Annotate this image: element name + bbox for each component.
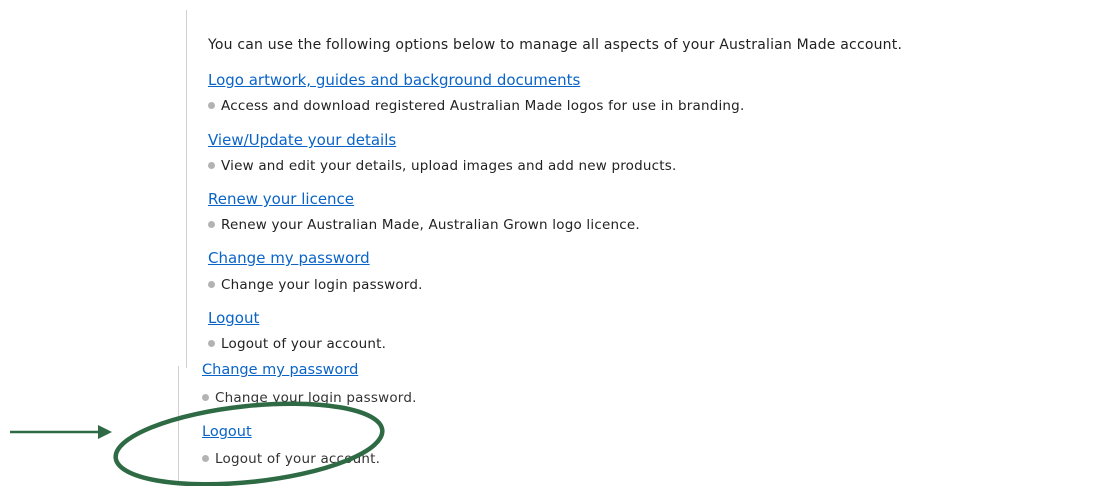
zoomed-change-password-description-text: Change your login password. xyxy=(215,390,417,406)
bullet-icon xyxy=(202,454,209,462)
renew-licence-link[interactable]: Renew your licence xyxy=(208,190,354,208)
bullet-icon xyxy=(208,161,215,169)
renew-licence-description-text: Renew your Australian Made, Australian G… xyxy=(221,217,640,233)
bullet-icon xyxy=(208,101,215,109)
bullet-icon xyxy=(208,280,215,288)
logout-description-text: Logout of your account. xyxy=(221,336,387,352)
zoomed-logout-description: Logout of your account. xyxy=(202,451,380,467)
logout-link[interactable]: Logout xyxy=(208,309,259,327)
bullet-icon xyxy=(208,220,215,228)
change-password-link[interactable]: Change my password xyxy=(208,249,370,267)
zoomed-logout-description-text: Logout of your account. xyxy=(215,451,381,467)
logo-artwork-link[interactable]: Logo artwork, guides and background docu… xyxy=(208,71,580,89)
view-update-details-description: View and edit your details, upload image… xyxy=(208,158,677,174)
logo-artwork-description: Access and download registered Australia… xyxy=(208,98,744,114)
logout-description: Logout of your account. xyxy=(208,336,386,352)
view-update-details-description-text: View and edit your details, upload image… xyxy=(221,158,677,174)
zoomed-change-password-description: Change your login password. xyxy=(202,390,417,406)
change-password-description: Change your login password. xyxy=(208,277,423,293)
view-update-details-link[interactable]: View/Update your details xyxy=(208,131,396,149)
arrow-right-icon xyxy=(10,425,112,439)
bullet-icon xyxy=(208,339,215,347)
renew-licence-description: Renew your Australian Made, Australian G… xyxy=(208,217,640,233)
intro-text: You can use the following options below … xyxy=(208,37,903,53)
change-password-description-text: Change your login password. xyxy=(221,277,423,293)
panel-divider-bottom xyxy=(178,366,179,484)
bullet-icon xyxy=(202,393,209,401)
zoomed-change-password-link[interactable]: Change my password xyxy=(202,362,358,378)
panel-divider-top xyxy=(186,10,187,368)
zoomed-logout-link[interactable]: Logout xyxy=(202,424,252,440)
logo-artwork-description-text: Access and download registered Australia… xyxy=(221,98,745,114)
